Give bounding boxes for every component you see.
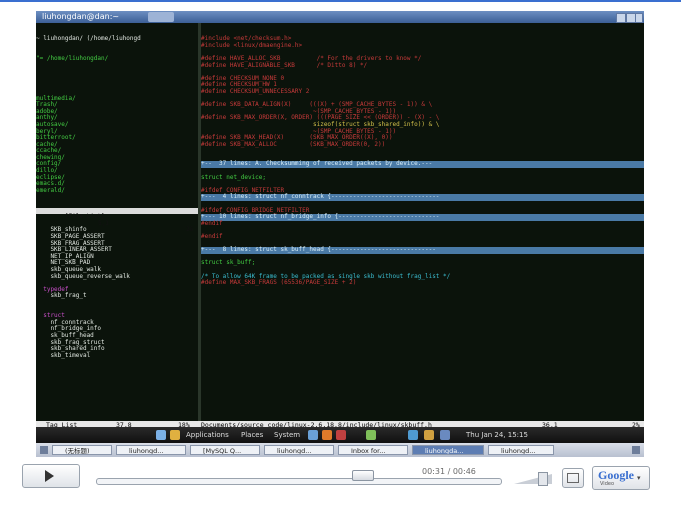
taskbar-item-active[interactable]: liuhongda... <box>412 445 484 455</box>
fullscreen-button[interactable] <box>562 468 584 488</box>
app-launcher-icon[interactable] <box>336 430 346 440</box>
tree-item: Trash/ <box>36 101 58 109</box>
close-icon[interactable] <box>635 13 643 23</box>
places-menu[interactable]: Places <box>241 431 263 439</box>
code-line: #define SKB_MAX_ALLOC (SKB_MAX_ORDER(0, … <box>201 140 386 148</box>
applications-menu[interactable]: Applications <box>186 431 229 439</box>
system-menu[interactable]: System <box>274 431 300 439</box>
code-line: struct sk_buff; <box>201 259 256 267</box>
gnome-icon[interactable] <box>170 430 180 440</box>
play-button[interactable] <box>22 464 80 488</box>
fold-marker: +--- 4 lines: struct nf_conntrack {-----… <box>201 194 644 202</box>
taskbar-item[interactable]: liuhongd... <box>264 445 334 455</box>
volume-handle[interactable] <box>538 472 548 486</box>
applet-icon[interactable] <box>366 430 376 440</box>
network-icon[interactable] <box>408 430 418 440</box>
taskbar-item[interactable]: [MySQL Q... <box>190 445 260 455</box>
player-controls: 00:31 / 00:46 Google Video ▾ <box>22 460 652 494</box>
terminal-launcher-icon[interactable] <box>308 430 318 440</box>
taskbar-item[interactable]: (无标题) <box>52 445 112 455</box>
taskbar-item[interactable]: liuhongd... <box>116 445 186 455</box>
google-video-sublabel: Video <box>600 481 615 487</box>
seek-bar[interactable] <box>96 478 502 485</box>
tree-item: emerald/ <box>36 186 65 194</box>
window-title: liuhongdan@dan:~ <box>42 12 120 21</box>
video-frame[interactable]: liuhongdan@dan:~ ~ liuhongdan/ (/home/li… <box>36 11 644 457</box>
fold-marker: +--- 8 lines: struct sk_buff_head {-----… <box>201 247 644 254</box>
title-tab <box>148 12 174 22</box>
tag-list: SKB_shinfo SKB_PAGE_ASSERT SKB_FRAG_ASSE… <box>36 227 198 359</box>
code-pane[interactable]: #include <net/checksum.h> #include <linux… <box>201 23 644 300</box>
firefox-launcher-icon[interactable] <box>322 430 332 440</box>
tag-item: skb_queue_reverse_walk <box>36 272 130 280</box>
tag-item <box>36 300 198 307</box>
fold-marker: +-- 37 lines: A. Checksumming of receive… <box>201 161 644 169</box>
tree-item: adobe/ <box>36 107 58 115</box>
taskbar-item[interactable]: Inbox for... <box>338 445 408 455</box>
time-display: 00:31 / 00:46 <box>422 467 476 476</box>
tree-item: config/ <box>36 160 62 168</box>
terminal-screen: ~ liuhongdan/ (/home/liuhongd "= /home/l… <box>36 23 644 429</box>
tree-list: multimedia/Trash/adobe/anthy/autosave/be… <box>36 94 198 195</box>
window-taskbar: (无标题) liuhongd... [MySQL Q... liuhongd..… <box>36 443 644 457</box>
tree-item: multimedia/ <box>36 94 76 102</box>
code-line: #endif <box>201 219 223 227</box>
code-line: #include <linux/dmaengine.h> <box>201 41 303 49</box>
minimize-icon[interactable] <box>616 13 626 23</box>
taglist-header[interactable]: [File List] 5,1 26 <box>36 207 198 233</box>
top-border <box>0 0 681 2</box>
code-line: #define HAVE_ALIGNABLE_SKB /* Ditto 8) *… <box>201 61 368 69</box>
chevron-down-icon: ▾ <box>637 474 641 482</box>
code-line: #define MAX_SKB_FRAGS (65536/PAGE_SIZE +… <box>201 279 357 287</box>
tray-icon[interactable] <box>424 430 434 440</box>
google-video-menu-button[interactable]: Google Video ▾ <box>592 466 650 490</box>
volume-slider[interactable] <box>514 472 552 486</box>
terminal-titlebar: liuhongdan@dan:~ <box>36 11 644 23</box>
code-bottom: +-- 37 lines: A. Checksumming of receive… <box>201 161 644 286</box>
code-top: #include <net/checksum.h> #include <linux… <box>201 36 644 148</box>
show-desktop-icon[interactable] <box>40 446 48 454</box>
fold-marker: +--- 10 lines: struct nf_bridge_info {--… <box>201 214 644 221</box>
volume-icon[interactable] <box>440 430 450 440</box>
workspace-switcher-icon[interactable] <box>632 446 640 454</box>
tree-header-line2: "= /home/liuhongdan/ <box>36 54 109 62</box>
code-line: struct net_device; <box>201 173 267 181</box>
tag-item: skb_timeval <box>36 351 91 359</box>
code-line: #define CHECKSUM_UNNECESSARY 2 <box>201 87 310 95</box>
taskbar-item[interactable]: liuhongd... <box>488 445 554 455</box>
panel-clock[interactable]: Thu Jan 24, 15:15 <box>466 431 528 439</box>
tag-item: skb_frag_t <box>36 292 87 300</box>
seek-handle[interactable] <box>352 470 374 481</box>
tree-header-line1: ~ liuhongdan/ (/home/liuhongd <box>36 35 141 43</box>
code-line: #endif <box>201 233 223 240</box>
tree-item: bitterroot/ <box>36 134 76 142</box>
tree-item: autosave/ <box>36 120 69 128</box>
nerdtree-pane: ~ liuhongdan/ (/home/liuhongd "= /home/l… <box>36 23 198 372</box>
foot-icon[interactable] <box>156 430 166 440</box>
fullscreen-icon <box>567 473 579 483</box>
gnome-panel: Applications Places System Thu Jan 24, 1… <box>36 427 644 443</box>
play-icon <box>45 470 54 482</box>
